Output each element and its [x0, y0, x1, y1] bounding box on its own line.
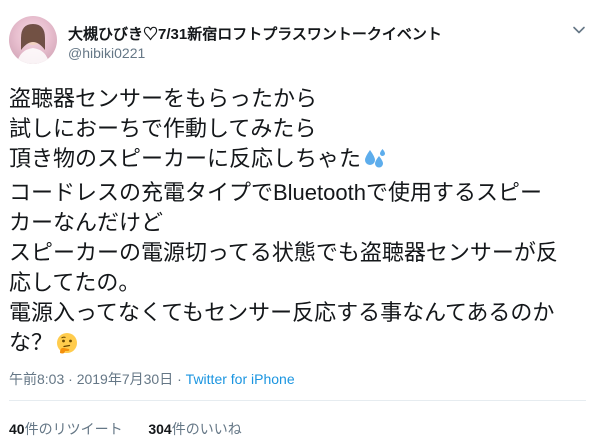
divider — [9, 400, 586, 401]
tweet-meta: 午前8:03 · 2019年7月30日 · Twitter for iPhone — [9, 369, 295, 389]
thinking-face-icon — [56, 332, 78, 362]
tweet-line: コードレスの充電タイプでBluetoothで使用するスピー — [9, 180, 542, 205]
tweet-line: 盗聴器センサーをもらったから — [9, 86, 318, 111]
user-handle[interactable]: @hibiki0221 — [68, 45, 145, 61]
likes-label: 件のいいね — [171, 421, 242, 437]
sweat-droplets-icon — [364, 148, 386, 178]
tweet-line: 頂き物のスピーカーに反応しちゃた — [9, 144, 589, 178]
tweet-stats: 40件のリツイート 304件のいいね — [9, 419, 242, 439]
meta-separator: · — [64, 371, 77, 387]
tweet-text: 盗聴器センサーをもらったから 試しにおーちで作動してみたら 頂き物のスピーカーに… — [9, 84, 589, 362]
display-name[interactable]: 大槻ひびき♡7/31新宿ロフトプラスワントークイベント — [68, 23, 442, 44]
retweets-label: 件のリツイート — [24, 421, 123, 437]
tweet-line: カーなんだけど — [9, 210, 164, 235]
tweet-line: 応してたの。 — [9, 270, 141, 295]
tweet-time[interactable]: 午前8:03 — [9, 371, 64, 387]
tweet-date[interactable]: 2019年7月30日 — [77, 371, 174, 387]
likes-stat[interactable]: 304件のいいね — [148, 421, 241, 437]
retweets-count: 40 — [9, 421, 25, 437]
tweet-line: な？ — [9, 328, 589, 362]
tweet-line: スピーカーの電源切ってる状態でも盗聴器センサーが反 — [9, 240, 558, 265]
avatar[interactable] — [9, 16, 57, 64]
chevron-down-icon[interactable] — [572, 22, 586, 36]
retweets-stat[interactable]: 40件のリツイート — [9, 421, 123, 437]
tweet-line: 試しにおーちで作動してみたら — [9, 116, 317, 141]
likes-count: 304 — [148, 421, 172, 437]
tweet-line: 電源入ってなくてもセンサー反応する事なんてあるのか — [9, 300, 555, 325]
meta-separator: · — [173, 371, 186, 387]
tweet-source-link[interactable]: Twitter for iPhone — [186, 371, 295, 387]
